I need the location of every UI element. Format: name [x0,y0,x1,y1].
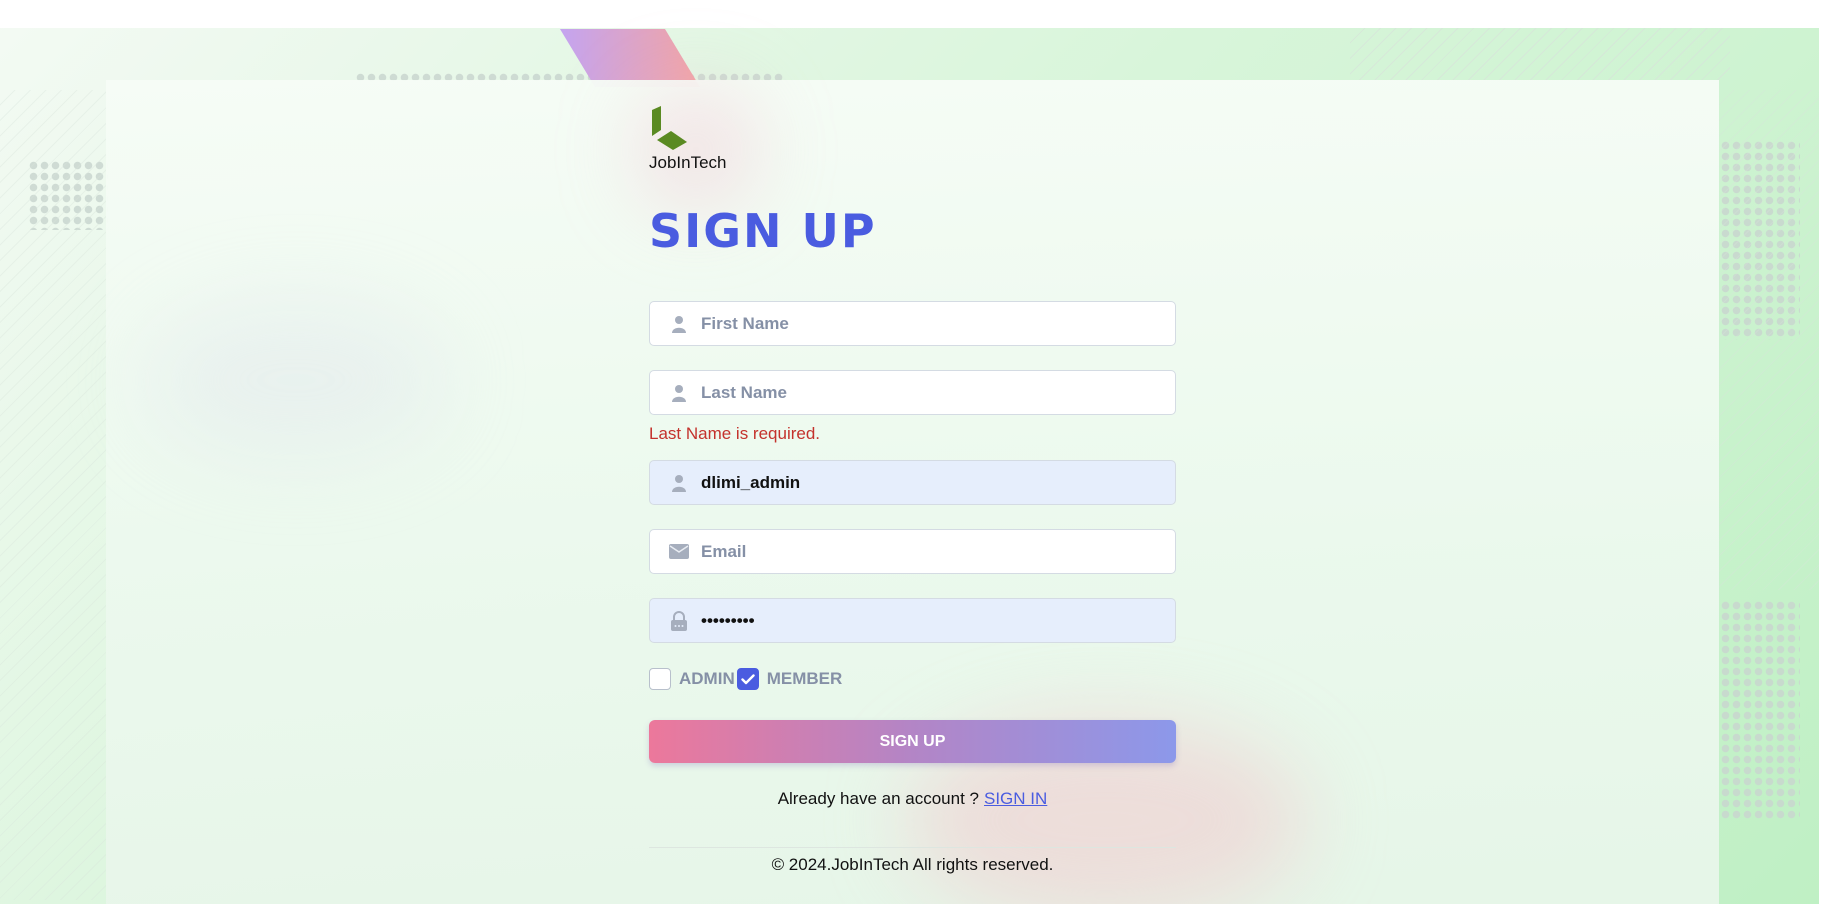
lock-icon [669,610,689,631]
brand-name: JobInTech [649,153,727,172]
user-icon [669,314,689,334]
password-input[interactable] [699,599,1175,642]
user-icon [669,473,689,493]
page-background: JobInTech SIGN UP Last Name is required. [0,0,1831,904]
first-name-field[interactable] [649,301,1176,346]
role-selector: ADMIN MEMBER [649,667,1176,691]
member-checkbox[interactable] [736,668,759,690]
username-field[interactable] [649,460,1176,505]
last-name-error: Last Name is required. [649,424,821,443]
signup-form: JobInTech SIGN UP Last Name is required. [649,106,1176,875]
member-label: MEMBER [766,669,843,688]
decorative-lines [1719,90,1819,590]
email-field[interactable] [649,529,1176,574]
account-prompt-text: Already have an account ? [777,789,979,808]
sign-up-button[interactable]: SIGN UP [649,720,1176,763]
decorative-glow [146,300,446,460]
logo-leaf-icon [652,106,687,150]
last-name-field[interactable] [649,370,1176,415]
email-input[interactable] [699,530,1175,573]
decorative-lines [1350,28,1730,80]
account-prompt: Already have an account ? SIGN IN [649,789,1176,809]
last-name-input[interactable] [699,371,1175,414]
admin-label: ADMIN [679,669,735,688]
decorative-lines [0,90,106,900]
admin-checkbox[interactable] [649,668,671,690]
page-title: SIGN UP [649,204,877,258]
first-name-input[interactable] [699,302,1175,345]
scrollbar[interactable] [1819,28,1831,904]
check-icon [741,673,755,684]
envelope-icon [669,542,689,562]
decorative-dots [1720,600,1800,820]
sign-in-link[interactable]: SIGN IN [984,789,1047,808]
window-top-bar [0,0,1831,28]
password-field[interactable] [649,598,1176,643]
footer-copyright: © 2024.JobInTech All rights reserved. [649,847,1176,875]
username-input[interactable] [699,461,1175,504]
user-icon [669,383,689,403]
